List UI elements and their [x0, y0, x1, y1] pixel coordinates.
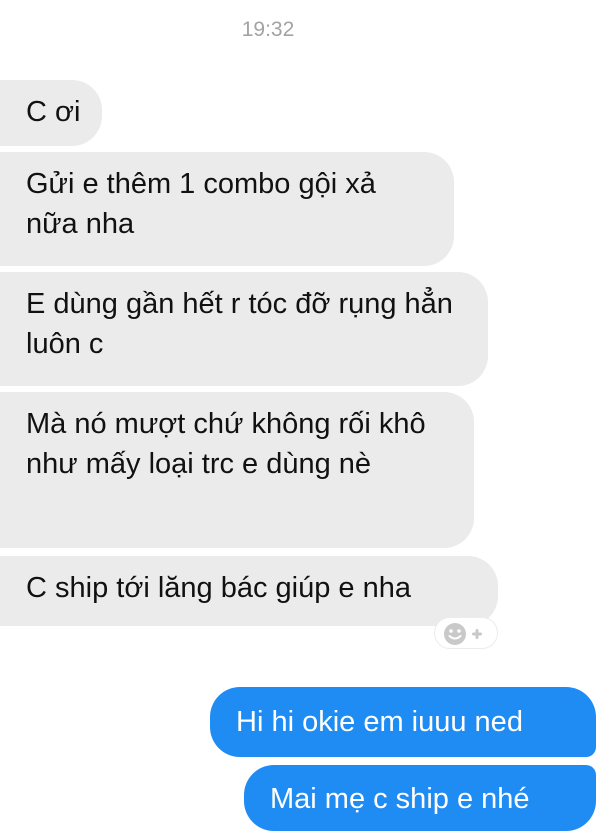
add-reaction-icon — [444, 623, 482, 645]
incoming-message[interactable]: C ship tới lăng bác giúp e nha — [0, 556, 498, 626]
incoming-message[interactable]: Mà nó mượt chứ không rối khô như mấy loạ… — [0, 392, 474, 548]
add-reaction-button[interactable] — [434, 617, 498, 649]
incoming-message[interactable]: C ơi — [0, 80, 103, 146]
outgoing-message[interactable]: Hi hi okie em iuuu ned — [210, 687, 596, 757]
outgoing-message[interactable]: Mai mẹ c ship e nhé — [244, 765, 596, 831]
incoming-message[interactable]: Gửi e thêm 1 combo gội xả nữa nha — [0, 152, 454, 266]
incoming-message[interactable]: E dùng gần hết r tóc đỡ rụng hẳn luôn c — [0, 272, 488, 386]
message-timestamp: 19:32 — [241, 18, 295, 41]
